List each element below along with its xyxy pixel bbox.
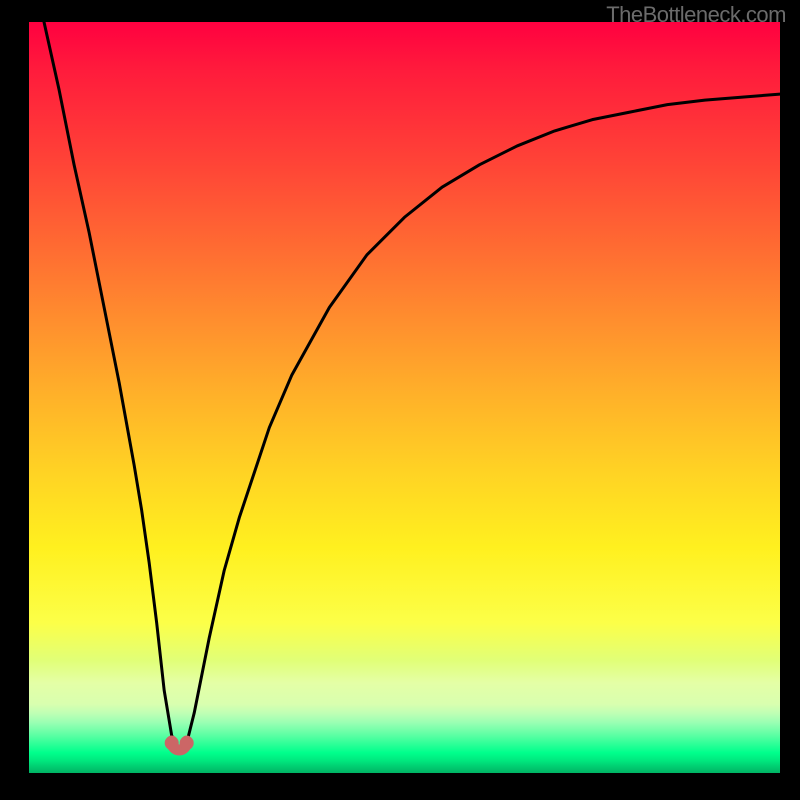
minimum-marker-dot	[165, 736, 179, 750]
plot-area	[29, 22, 780, 773]
chart-frame: TheBottleneck.com	[0, 0, 800, 800]
minimum-marker-dot	[180, 736, 194, 750]
bottleneck-curve	[44, 22, 780, 750]
chart-svg	[29, 22, 780, 773]
watermark-text: TheBottleneck.com	[606, 2, 786, 28]
